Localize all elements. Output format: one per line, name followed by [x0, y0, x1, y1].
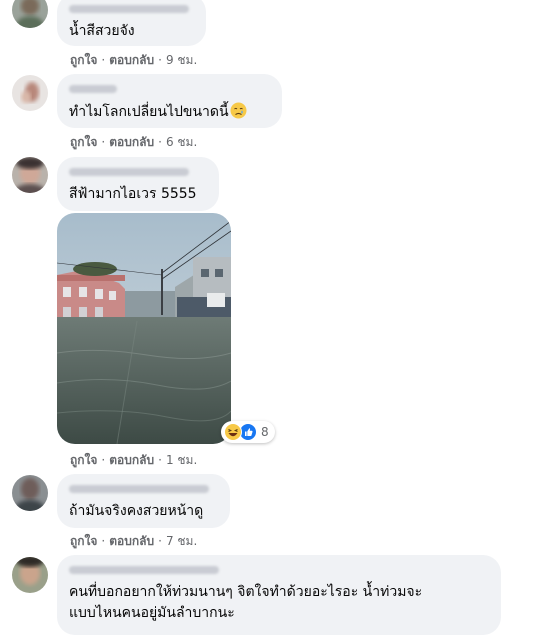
- comment-actions: ถูกใจ · ตอบกลับ · 7 ชม.: [70, 533, 197, 549]
- comment-bubble: ทำไมโลกเปลี่ยนไปขนาดนี้: [57, 74, 282, 128]
- avatar[interactable]: [12, 557, 48, 593]
- like-link[interactable]: ถูกใจ: [70, 53, 97, 67]
- reply-link[interactable]: ตอบกลับ: [109, 135, 154, 149]
- separator: ·: [158, 53, 162, 67]
- crying-face-emoji-icon: [230, 102, 247, 124]
- comment-actions: ถูกใจ · ตอบกลับ · 9 ชม.: [70, 52, 197, 68]
- comment-text: ทำไมโลกเปลี่ยนไปขนาดนี้: [69, 102, 270, 124]
- avatar[interactable]: [12, 475, 48, 511]
- comment-text: ถ้ามันจริงคงสวยหน้าดู: [69, 503, 204, 519]
- separator: ·: [158, 534, 162, 548]
- separator: ·: [158, 453, 162, 467]
- comment-actions: ถูกใจ · ตอบกลับ · 6 ชม.: [70, 134, 197, 150]
- separator: ·: [101, 453, 106, 467]
- comment-text: น้ำสีสวยจัง: [69, 23, 135, 39]
- avatar[interactable]: [12, 157, 48, 193]
- comment-author-name[interactable]: [69, 85, 117, 93]
- like-link[interactable]: ถูกใจ: [70, 135, 97, 149]
- timestamp[interactable]: 1 ชม.: [166, 453, 197, 467]
- reply-link[interactable]: ตอบกลับ: [109, 534, 154, 548]
- separator: ·: [101, 135, 106, 149]
- comment-text-line-2: แบบไหนคนอยู่มันลำบากนะ: [69, 605, 235, 621]
- separator: ·: [101, 534, 106, 548]
- timestamp[interactable]: 6 ชม.: [166, 135, 197, 149]
- comment-author-name[interactable]: [69, 566, 219, 574]
- reaction-count: 8: [261, 425, 269, 439]
- reply-link[interactable]: ตอบกลับ: [109, 53, 154, 67]
- timestamp[interactable]: 9 ชม.: [166, 53, 197, 67]
- comment-bubble: คนที่บอกอยากให้ท่วมนานๆ จิตใจทำด้วยอะไรอ…: [57, 555, 501, 635]
- comment-bubble: สีฟ้ามากไอเวร 5555: [57, 157, 219, 211]
- reactions-summary[interactable]: 8: [221, 421, 275, 443]
- reply-link[interactable]: ตอบกลับ: [109, 453, 154, 467]
- comment-photo[interactable]: [57, 213, 231, 444]
- timestamp[interactable]: 7 ชม.: [166, 534, 197, 548]
- comment-actions: ถูกใจ · ตอบกลับ · 1 ชม.: [70, 452, 197, 468]
- comment-bubble: น้ำสีสวยจัง: [57, 0, 206, 46]
- separator: ·: [158, 135, 162, 149]
- separator: ·: [101, 53, 106, 67]
- like-link[interactable]: ถูกใจ: [70, 534, 97, 548]
- comment-text: สีฟ้ามากไอเวร 5555: [69, 186, 197, 202]
- haha-reaction-icon: [224, 423, 242, 441]
- comment-bubble: ถ้ามันจริงคงสวยหน้าดู: [57, 474, 230, 528]
- comment-author-name[interactable]: [69, 168, 189, 176]
- comment-text-line-1: คนที่บอกอยากให้ท่วมนานๆ จิตใจทำด้วยอะไรอ…: [69, 584, 423, 600]
- like-link[interactable]: ถูกใจ: [70, 453, 97, 467]
- comment-author-name[interactable]: [69, 485, 209, 493]
- avatar[interactable]: [12, 0, 48, 28]
- comment-author-name[interactable]: [69, 5, 189, 13]
- avatar[interactable]: [12, 75, 48, 111]
- comment-text-content: ทำไมโลกเปลี่ยนไปขนาดนี้: [69, 104, 229, 120]
